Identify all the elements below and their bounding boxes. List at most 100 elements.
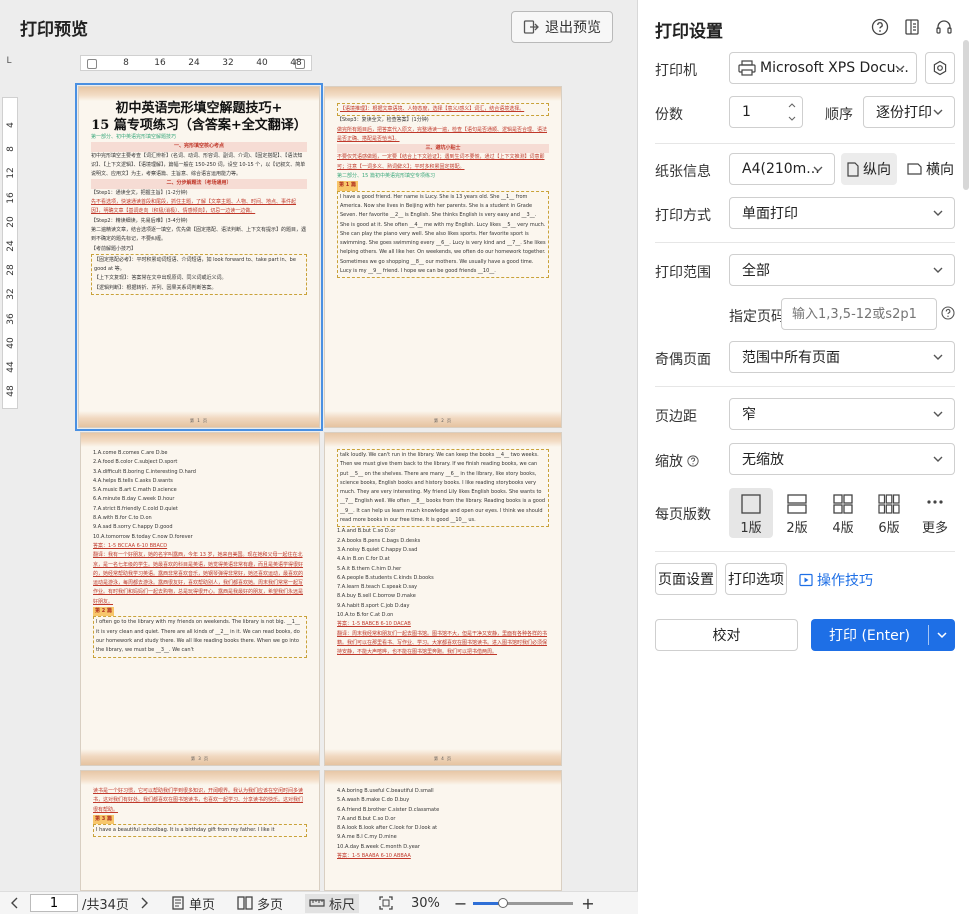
layout-2-option[interactable]: 2版	[775, 488, 819, 538]
scale-select[interactable]: 无缩放	[729, 443, 955, 475]
layout-1-option[interactable]: 1版	[729, 488, 773, 538]
print-mode-select[interactable]: 单面打印	[729, 197, 955, 229]
fit-page-button[interactable]	[379, 896, 393, 910]
preview-page-4[interactable]: talk loudly. We can't run in the library…	[324, 432, 562, 766]
page-range-input[interactable]	[781, 298, 937, 330]
doc-title-line1: 初中英语完形填空解题技巧+	[115, 101, 283, 116]
page-number-input[interactable]	[30, 894, 78, 912]
multi-page-button[interactable]: 多页	[237, 894, 283, 913]
layout-label: 4版	[832, 521, 854, 536]
paper-size-value: A4(210m...	[742, 161, 820, 177]
printer-icon	[738, 60, 756, 76]
portrait-option[interactable]: 纵向	[841, 153, 897, 185]
layout-label: 更多	[921, 521, 948, 536]
passage-text: I have a good friend. Her name is Lucy. …	[337, 190, 549, 279]
page-number: 第 1 页	[189, 418, 209, 423]
help-icon[interactable]	[687, 455, 699, 467]
doc-title-line2: 15 篇专项练习（含答案+全文翻译）	[91, 118, 307, 133]
odd-even-select[interactable]: 范围中所有页面	[729, 341, 955, 373]
info-icon[interactable]	[941, 306, 955, 320]
zoom-slider-thumb[interactable]	[498, 897, 509, 908]
copies-stepper[interactable]: 1	[729, 96, 803, 128]
passage-label: 第 1 篇	[337, 181, 358, 191]
portrait-icon	[847, 161, 859, 177]
single-page-button[interactable]: 单页	[171, 894, 215, 913]
stepper-down-icon[interactable]	[788, 116, 796, 122]
proof-button[interactable]: 校对	[655, 619, 798, 651]
preview-page-6[interactable]: 4.A.boring B.useful C.beautiful D.small 5…	[324, 770, 562, 891]
passage-text: talk loudly. We can't run in the library…	[337, 449, 549, 528]
portrait-label: 纵向	[863, 162, 891, 178]
tip-item: 【逻辑判断】：根据转折、并列、因果关系词判断答案。	[94, 284, 217, 291]
paragraph: 不要仅凭语感做题，一定要【结合上下文验证】；遇到生词不要慌，通过【上下文推测】词…	[337, 154, 545, 170]
print-button[interactable]: 打印 (Enter)	[811, 625, 928, 645]
preview-bottom-bar: /共34页 单页 多页 标尺 30% − +	[0, 891, 638, 914]
help-icon[interactable]	[871, 18, 889, 36]
layout-6-option[interactable]: 6版	[867, 488, 911, 538]
headset-icon[interactable]	[935, 18, 953, 36]
stepper-up-icon[interactable]	[788, 102, 796, 108]
layout-4-option[interactable]: 4版	[821, 488, 865, 538]
zoom-slider[interactable]	[473, 897, 574, 908]
printer-properties-button[interactable]	[925, 52, 955, 84]
ruler-toggle-button[interactable]: 标尺	[304, 893, 359, 913]
preview-page-5[interactable]: 读书是一个好习惯，它可以帮助我们学到很多知识，开阔眼界。我认为我们应该在空闲时间…	[80, 770, 320, 891]
prev-page-button[interactable]	[10, 897, 24, 909]
print-mode-label: 打印方式	[655, 208, 711, 224]
print-options-button[interactable]: 打印选项	[725, 563, 787, 595]
paper-label: 纸张信息	[655, 164, 711, 180]
ruler-tick-label: 8	[123, 58, 129, 68]
paper-size-select[interactable]: A4(210m...	[729, 153, 835, 185]
ruler-tick-label: 24	[6, 240, 16, 252]
section-heading: 第一部分、初中英语完形填空解题技巧	[91, 134, 177, 140]
order-select[interactable]: 逐份打印	[863, 96, 955, 128]
option-line: 8.A.look B.look after C.look for D.look …	[337, 825, 438, 832]
paragraph: 第二遍精读文章，结合选项逐一填空，优先做【固定搭配、语法判断、上下文有提示】的题…	[91, 226, 307, 243]
fit-screen-icon	[379, 896, 393, 910]
option-line: 4.A.helps B.tells C.asks D.wants	[93, 477, 173, 484]
margins-select[interactable]: 窄	[729, 398, 955, 430]
page-decoration	[325, 433, 561, 447]
chevron-down-icon	[933, 354, 943, 360]
document-icon[interactable]	[903, 18, 921, 36]
preview-header: 打印预览 退出预览	[0, 0, 638, 52]
landscape-option[interactable]: 横向	[901, 153, 960, 185]
zoom-out-button[interactable]: −	[454, 894, 467, 913]
layout-2-icon	[787, 494, 807, 514]
paragraph: 先不看选项，快速通读首段和尾段，抓住主题，了解【文章主题、人物、时间、地点、事件…	[91, 199, 297, 215]
next-page-button[interactable]	[139, 897, 149, 909]
print-dropdown-button[interactable]	[929, 629, 955, 641]
preview-page-3[interactable]: 1.A.come B.comes C.are D.be 2.A.food B.co…	[80, 432, 320, 766]
single-page-icon	[172, 896, 184, 910]
vertical-ruler[interactable]: 4 8 12 16 20 24 28 32 36 40 44 48	[2, 97, 18, 409]
section-heading: 第二部分、15 篇初中英语完形填空专项练习	[337, 173, 435, 180]
print-range-select[interactable]: 全部	[729, 254, 955, 286]
option-line: 1.A.come B.comes C.are D.be	[93, 450, 168, 456]
preview-page-2[interactable]: 【语境推理】：根据文章语境、人物态度，选择【意义/感义】词汇，结合语境选择。 【…	[324, 86, 562, 428]
ruler-tick-label: 36	[6, 312, 16, 325]
chevron-down-icon	[813, 166, 823, 172]
divider	[655, 143, 955, 144]
divider	[655, 551, 955, 552]
ruler-tick-label: 12	[6, 167, 16, 180]
layout-more-option[interactable]: 更多	[913, 488, 957, 538]
panel-scrollbar[interactable]	[963, 40, 969, 190]
passage-label: 第 3 篇	[93, 814, 114, 825]
option-line: 1.A.and B.but C.so D.or	[337, 528, 396, 535]
printer-select[interactable]: Microsoft XPS Docu...	[729, 52, 917, 84]
horizontal-ruler[interactable]: 8 16 24 32 40 48	[80, 55, 312, 71]
exit-preview-button[interactable]: 退出预览	[511, 11, 613, 43]
zoom-in-button[interactable]: +	[581, 894, 594, 913]
page-decoration	[325, 771, 561, 785]
preview-page-1[interactable]: 初中英语完形填空解题技巧+ 15 篇专项练习（含答案+全文翻译） 第一部分、初中…	[75, 83, 323, 431]
order-label: 顺序	[825, 107, 853, 123]
print-button-group[interactable]: 打印 (Enter)	[811, 619, 955, 651]
print-mode-value: 单面打印	[742, 206, 798, 222]
scale-label: 缩放	[655, 454, 683, 470]
chevron-right-icon	[141, 897, 148, 909]
page-setup-button[interactable]: 页面设置	[655, 563, 717, 595]
left-margin-marker[interactable]	[87, 59, 97, 69]
tips-link[interactable]: 操作技巧	[799, 570, 873, 590]
page-content: 读书是一个好习惯，它可以帮助我们学到很多知识，开阔眼界。我认为我们应该在空闲时间…	[93, 787, 307, 890]
option-line: 6.A.people B.students C.kinds D.books	[337, 574, 434, 581]
